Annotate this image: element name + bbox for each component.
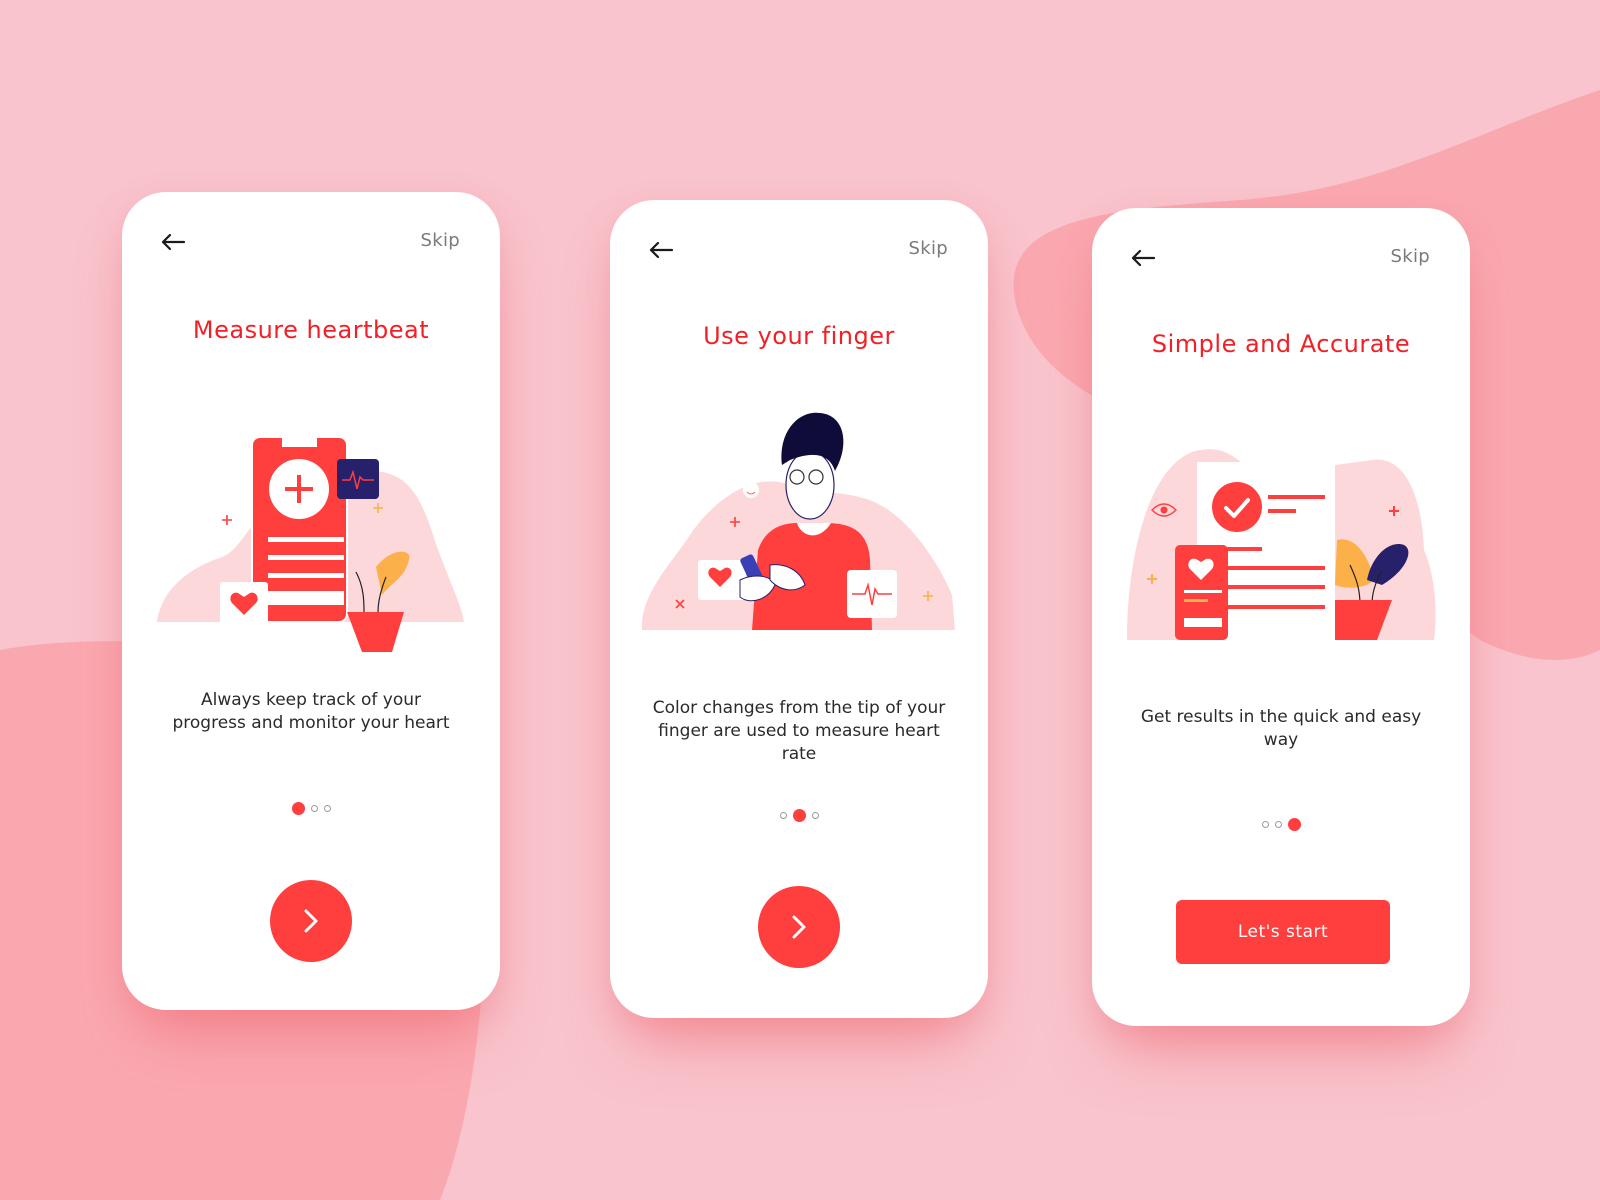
chevron-right-icon xyxy=(304,909,318,933)
arrow-left-icon[interactable] xyxy=(158,230,188,254)
skip-button[interactable]: Skip xyxy=(909,238,948,259)
pagination-dots xyxy=(1092,818,1470,831)
pagination-dots xyxy=(610,809,988,822)
smile-icon xyxy=(743,482,759,498)
onboarding-screen-3: Skip Simple and Accurate Get results in … xyxy=(1092,208,1470,1026)
phone-heart-monitor-illustration xyxy=(157,437,464,652)
page-dot-1[interactable] xyxy=(1261,821,1269,828)
onboarding-screen-1: Skip Measure heartbeat Always keep track… xyxy=(122,192,500,1010)
page-dot-1[interactable] xyxy=(779,812,787,819)
onboarding-screen-2: Skip Use your finger Color changes from … xyxy=(610,200,988,1018)
page-dot-3[interactable] xyxy=(1287,818,1301,831)
chevron-right-icon xyxy=(792,915,806,939)
page-dot-3[interactable] xyxy=(323,805,331,812)
page-dot-1[interactable] xyxy=(291,802,305,815)
screen-title: Simple and Accurate xyxy=(1151,330,1411,358)
page-dot-2[interactable] xyxy=(310,805,318,812)
next-button[interactable] xyxy=(758,886,840,968)
page-dot-3[interactable] xyxy=(811,812,819,819)
screen-title: Measure heartbeat xyxy=(192,316,430,344)
checked-report-illustration xyxy=(1127,449,1436,640)
page-dot-2[interactable] xyxy=(1274,821,1282,828)
pagination-dots xyxy=(122,802,500,815)
pulse-card-icon xyxy=(337,459,379,499)
woman-using-phone-illustration xyxy=(641,412,955,630)
check-badge-icon xyxy=(1212,482,1262,532)
arrow-left-icon[interactable] xyxy=(646,238,676,262)
skip-button[interactable]: Skip xyxy=(1391,246,1430,267)
next-button[interactable] xyxy=(270,880,352,962)
screen-description: Always keep track of your progress and m… xyxy=(172,690,450,733)
screen-title: Use your finger xyxy=(703,322,895,350)
arrow-left-icon[interactable] xyxy=(1128,246,1158,270)
screen-description: Color changes from the tip of your finge… xyxy=(652,698,946,764)
screen-description: Get results in the quick and easy way xyxy=(1140,707,1422,750)
lets-start-button[interactable]: Let's start xyxy=(1176,900,1390,964)
skip-button[interactable]: Skip xyxy=(421,230,460,251)
page-dot-2[interactable] xyxy=(792,809,806,822)
